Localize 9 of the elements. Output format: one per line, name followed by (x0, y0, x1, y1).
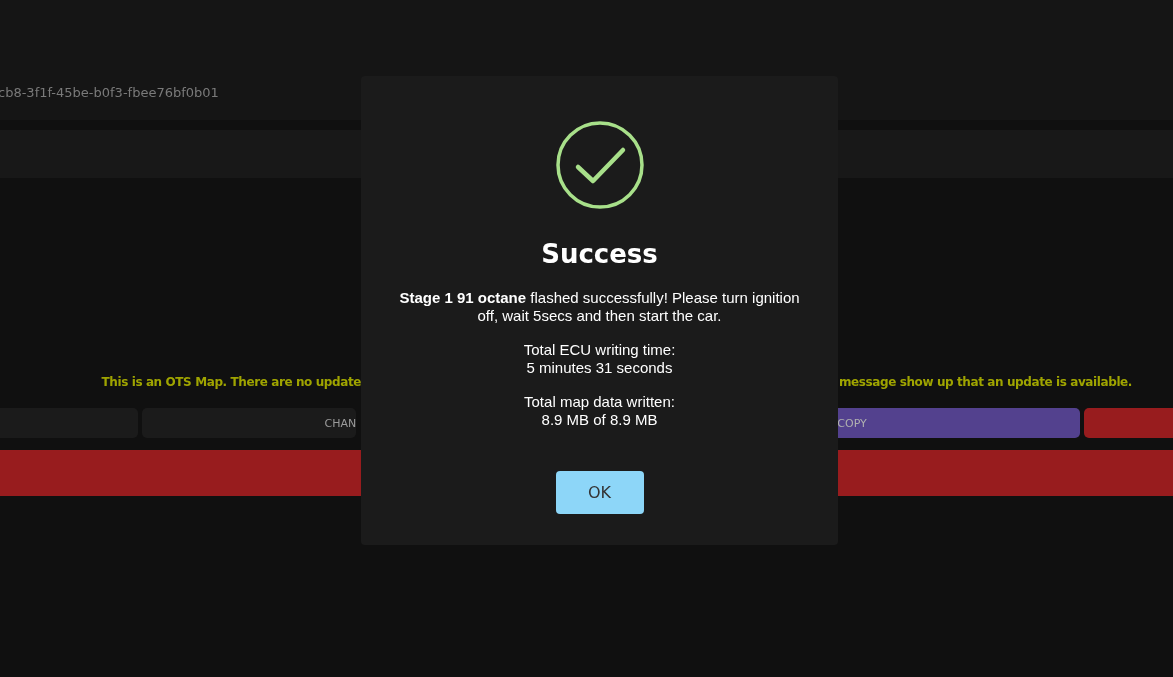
notice-text: message show up that an update is available. (839, 375, 1132, 391)
checkmark-icon (554, 120, 645, 210)
ok-button[interactable]: OK (555, 471, 644, 514)
dialog-message: Stage 1 91 octane flashed successfully! Please turn ignition off, wait 5secs and then start the car. (398, 289, 801, 325)
notice-text: This is an OTS Map. There are no update (100, 375, 361, 391)
action-button[interactable] (1084, 408, 1173, 438)
action-button[interactable]: CHAN (142, 408, 357, 438)
dialog-title: Success (541, 239, 658, 269)
dialog-message: Total ECU writing time: 5 minutes 31 seconds (523, 341, 676, 377)
